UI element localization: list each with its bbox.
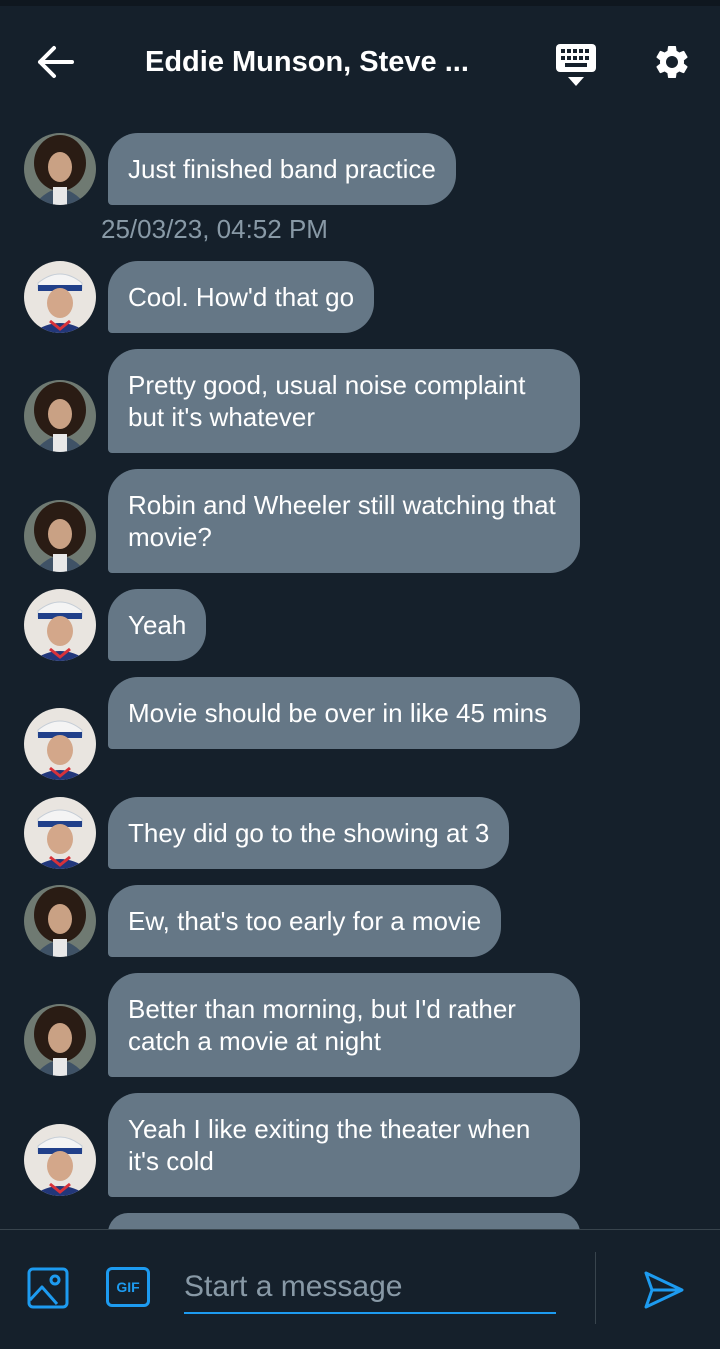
avatar[interactable]: [24, 380, 96, 452]
dm-conversation-screen: Eddie Munson, Steve ... Just finished ba…: [0, 0, 720, 1349]
message-bubble[interactable]: Movie should be over in like 45 mins: [108, 677, 580, 749]
message-bubble[interactable]: They did go to the showing at 3: [108, 797, 510, 869]
avatar-eddie-icon: [24, 1004, 96, 1076]
avatar[interactable]: [24, 1004, 96, 1076]
gear-icon: [656, 45, 688, 78]
avatar-steve-icon: [24, 797, 96, 869]
message-bubble[interactable]: Cool. How'd that go: [108, 261, 375, 333]
message-bubble[interactable]: Yeah I like exiting the theater when it'…: [108, 1093, 580, 1197]
keyboard-icon: [556, 44, 596, 86]
message-composer: GIF: [0, 1229, 720, 1349]
avatar-eddie-icon: [24, 380, 96, 452]
avatar[interactable]: [24, 589, 96, 661]
settings-button[interactable]: [646, 36, 698, 88]
composer-divider: [595, 1252, 596, 1324]
send-button[interactable]: [638, 1264, 690, 1316]
avatar[interactable]: [24, 261, 96, 333]
avatar-eddie-icon: [24, 500, 96, 572]
image-icon: [27, 1267, 69, 1309]
avatar-steve-icon: [24, 708, 96, 780]
message-bubble[interactable]: Yeah: [108, 589, 207, 661]
keyboard-toggle-button[interactable]: [550, 40, 602, 90]
message-bubble-partial[interactable]: [108, 1213, 580, 1229]
message-bubble[interactable]: Pretty good, usual noise complaint but i…: [108, 349, 580, 453]
message-bubble[interactable]: Just finished band practice: [108, 133, 456, 205]
gif-button[interactable]: GIF: [106, 1267, 150, 1307]
add-image-button[interactable]: [26, 1266, 70, 1310]
avatar[interactable]: [24, 500, 96, 572]
conversation-title[interactable]: Eddie Munson, Steve ...: [145, 42, 525, 82]
avatar-steve-icon: [24, 261, 96, 333]
avatar-steve-icon: [24, 589, 96, 661]
message-list[interactable]: Just finished band practice 25/03/23, 04…: [0, 116, 720, 1229]
conversation-header: Eddie Munson, Steve ...: [0, 6, 720, 116]
avatar[interactable]: [24, 885, 96, 957]
avatar-eddie-icon: [24, 885, 96, 957]
avatar[interactable]: [24, 1124, 96, 1196]
arrow-left-icon: [38, 46, 74, 78]
message-timestamp: 25/03/23, 04:52 PM: [101, 214, 328, 244]
message-input[interactable]: [184, 1262, 556, 1314]
avatar-eddie-icon: [24, 133, 96, 205]
avatar-steve-icon: [24, 1124, 96, 1196]
message-bubble[interactable]: Robin and Wheeler still watching that mo…: [108, 469, 580, 573]
avatar[interactable]: [24, 797, 96, 869]
message-bubble[interactable]: Ew, that's too early for a movie: [108, 885, 502, 957]
back-button[interactable]: [30, 36, 82, 88]
send-icon: [644, 1271, 684, 1309]
message-bubble[interactable]: Better than morning, but I'd rather catc…: [108, 973, 580, 1077]
avatar[interactable]: [24, 133, 96, 205]
avatar[interactable]: [24, 708, 96, 780]
